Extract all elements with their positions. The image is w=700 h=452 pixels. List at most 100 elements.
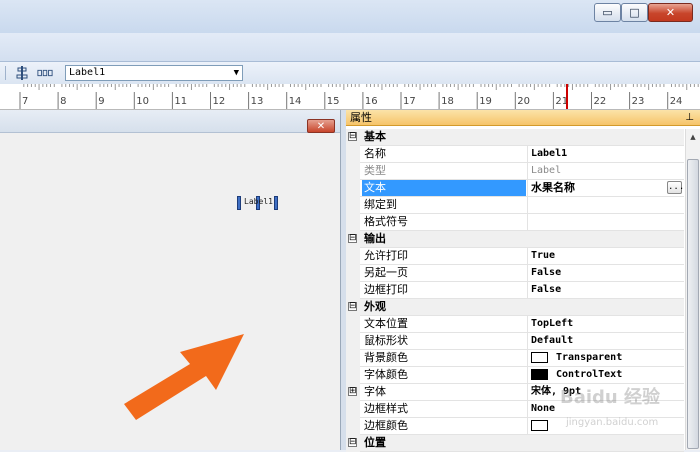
row-gutter: ⊟ [346,231,360,248]
property-value[interactable]: Label1 [527,146,684,162]
property-value-text: TopLeft [531,318,574,329]
property-value[interactable] [527,197,684,213]
property-name: 格式符号 [364,215,408,228]
close-document-button[interactable]: ✕ [307,119,335,133]
collapse-icon[interactable]: ⊟ [348,132,357,141]
color-swatch [531,368,548,380]
property-name: 字体 [364,385,386,398]
property-value-text: None [531,403,556,414]
row-gutter [346,197,360,214]
property-category[interactable]: ⊟ 基本 [346,129,684,146]
property-category[interactable]: ⊟ 外观 [346,299,684,316]
property-row[interactable]: 文本 水果名称... [346,180,684,197]
color-swatch [531,351,548,363]
ruler-label: 22 [594,96,607,107]
label-control[interactable]: Label1 [241,196,276,208]
property-name: 另起一页 [364,266,408,279]
property-row[interactable]: 背景颜色 Transparent [346,350,684,367]
property-value[interactable]: 水果名称... [527,180,684,196]
row-gutter [346,214,360,231]
collapse-icon[interactable]: ⊟ [348,438,357,447]
ruler-label: 11 [174,96,187,107]
property-row[interactable]: 绑定到 [346,197,684,214]
property-value[interactable]: False [527,265,684,281]
property-name: 字体颜色 [364,368,408,381]
control-selector-value: Label1 [69,67,106,78]
property-row[interactable]: 另起一页 False [346,265,684,282]
row-gutter [346,367,360,384]
expand-icon[interactable]: ⊞ [348,387,357,396]
ellipsis-button[interactable]: ... [667,181,684,194]
pin-icon[interactable]: ⊥ [685,111,694,124]
properties-header: 属性 ⊥ [346,110,700,126]
property-row[interactable]: 边框打印 False [346,282,684,299]
ruler-label: 13 [251,96,264,107]
property-row[interactable]: 允许打印 True [346,248,684,265]
ruler-label: 7 [22,96,28,107]
property-value-text: Label [531,165,562,176]
close-icon: ✕ [665,6,676,19]
property-name: 文本 [362,180,526,196]
design-canvas[interactable]: ✕ Label1 [0,110,341,450]
toolbar-separator [5,66,6,80]
property-value-text: ControlText [556,369,623,380]
close-window-button[interactable]: ✕ [648,3,693,22]
row-gutter: ⊟ [346,299,360,316]
property-name: 类型 [364,164,386,177]
property-row[interactable]: 鼠标形状 Default [346,333,684,350]
property-name: 边框打印 [364,283,408,296]
vertical-scrollbar[interactable]: ▲ [685,129,700,450]
scroll-up-icon[interactable]: ▲ [687,130,699,144]
property-name: 边框颜色 [364,419,408,432]
row-gutter [346,401,360,418]
watermark: Baidu 经验 [560,387,661,408]
property-value[interactable]: TopLeft [527,316,684,332]
property-value[interactable]: ControlText [527,367,684,383]
property-row[interactable]: 类型 Label [346,163,684,180]
property-name: 输出 [364,232,386,245]
row-gutter: ⊟ [346,129,360,146]
color-swatch [531,419,548,431]
property-name: 允许打印 [364,249,408,262]
row-gutter [346,333,360,350]
property-value[interactable]: Label [527,163,684,179]
horizontal-spacing-icon[interactable] [37,65,53,81]
row-gutter [346,146,360,163]
row-gutter [346,248,360,265]
maximize-button[interactable]: □ [621,3,648,22]
pointer-arrow-icon [124,334,244,420]
property-value[interactable] [527,214,684,230]
property-row[interactable]: 格式符号 [346,214,684,231]
ruler-label: 20 [517,96,530,107]
minimize-icon: ▭ [602,6,613,19]
horizontal-ruler: 7 8 9 10 11 12 13 14 15 16 17 18 19 20 21 22 23 24 [0,84,700,110]
property-row[interactable]: 名称 Label1 [346,146,684,163]
ruler-label: 14 [289,96,302,107]
toolbar: Label1 ▼ [0,62,700,85]
row-gutter: ⊟ [346,435,360,452]
row-gutter [346,350,360,367]
ruler-label: 19 [479,96,492,107]
control-selector-dropdown[interactable]: Label1 ▼ [65,65,243,81]
property-value-text: 水果名称 [531,181,575,194]
maximize-icon: □ [629,6,640,19]
collapse-icon[interactable]: ⊟ [348,302,357,311]
property-value[interactable]: Default [527,333,684,349]
property-category[interactable]: ⊟ 输出 [346,231,684,248]
collapse-icon[interactable]: ⊟ [348,234,357,243]
align-vertical-icon[interactable] [14,65,30,81]
row-gutter [346,163,360,180]
property-name: 背景颜色 [364,351,408,364]
property-value[interactable]: Transparent [527,350,684,366]
property-category[interactable]: ⊟ 位置 [346,435,684,452]
property-value[interactable]: False [527,282,684,298]
scrollbar-thumb[interactable] [687,159,699,449]
ruler-label: 9 [98,96,104,107]
minimize-button[interactable]: ▭ [594,3,621,22]
property-row[interactable]: 字体颜色 ControlText [346,367,684,384]
row-gutter [346,180,360,197]
ruler-label: 23 [632,96,645,107]
property-row[interactable]: 文本位置 TopLeft [346,316,684,333]
property-value-text: False [531,284,562,295]
property-value[interactable]: True [527,248,684,264]
